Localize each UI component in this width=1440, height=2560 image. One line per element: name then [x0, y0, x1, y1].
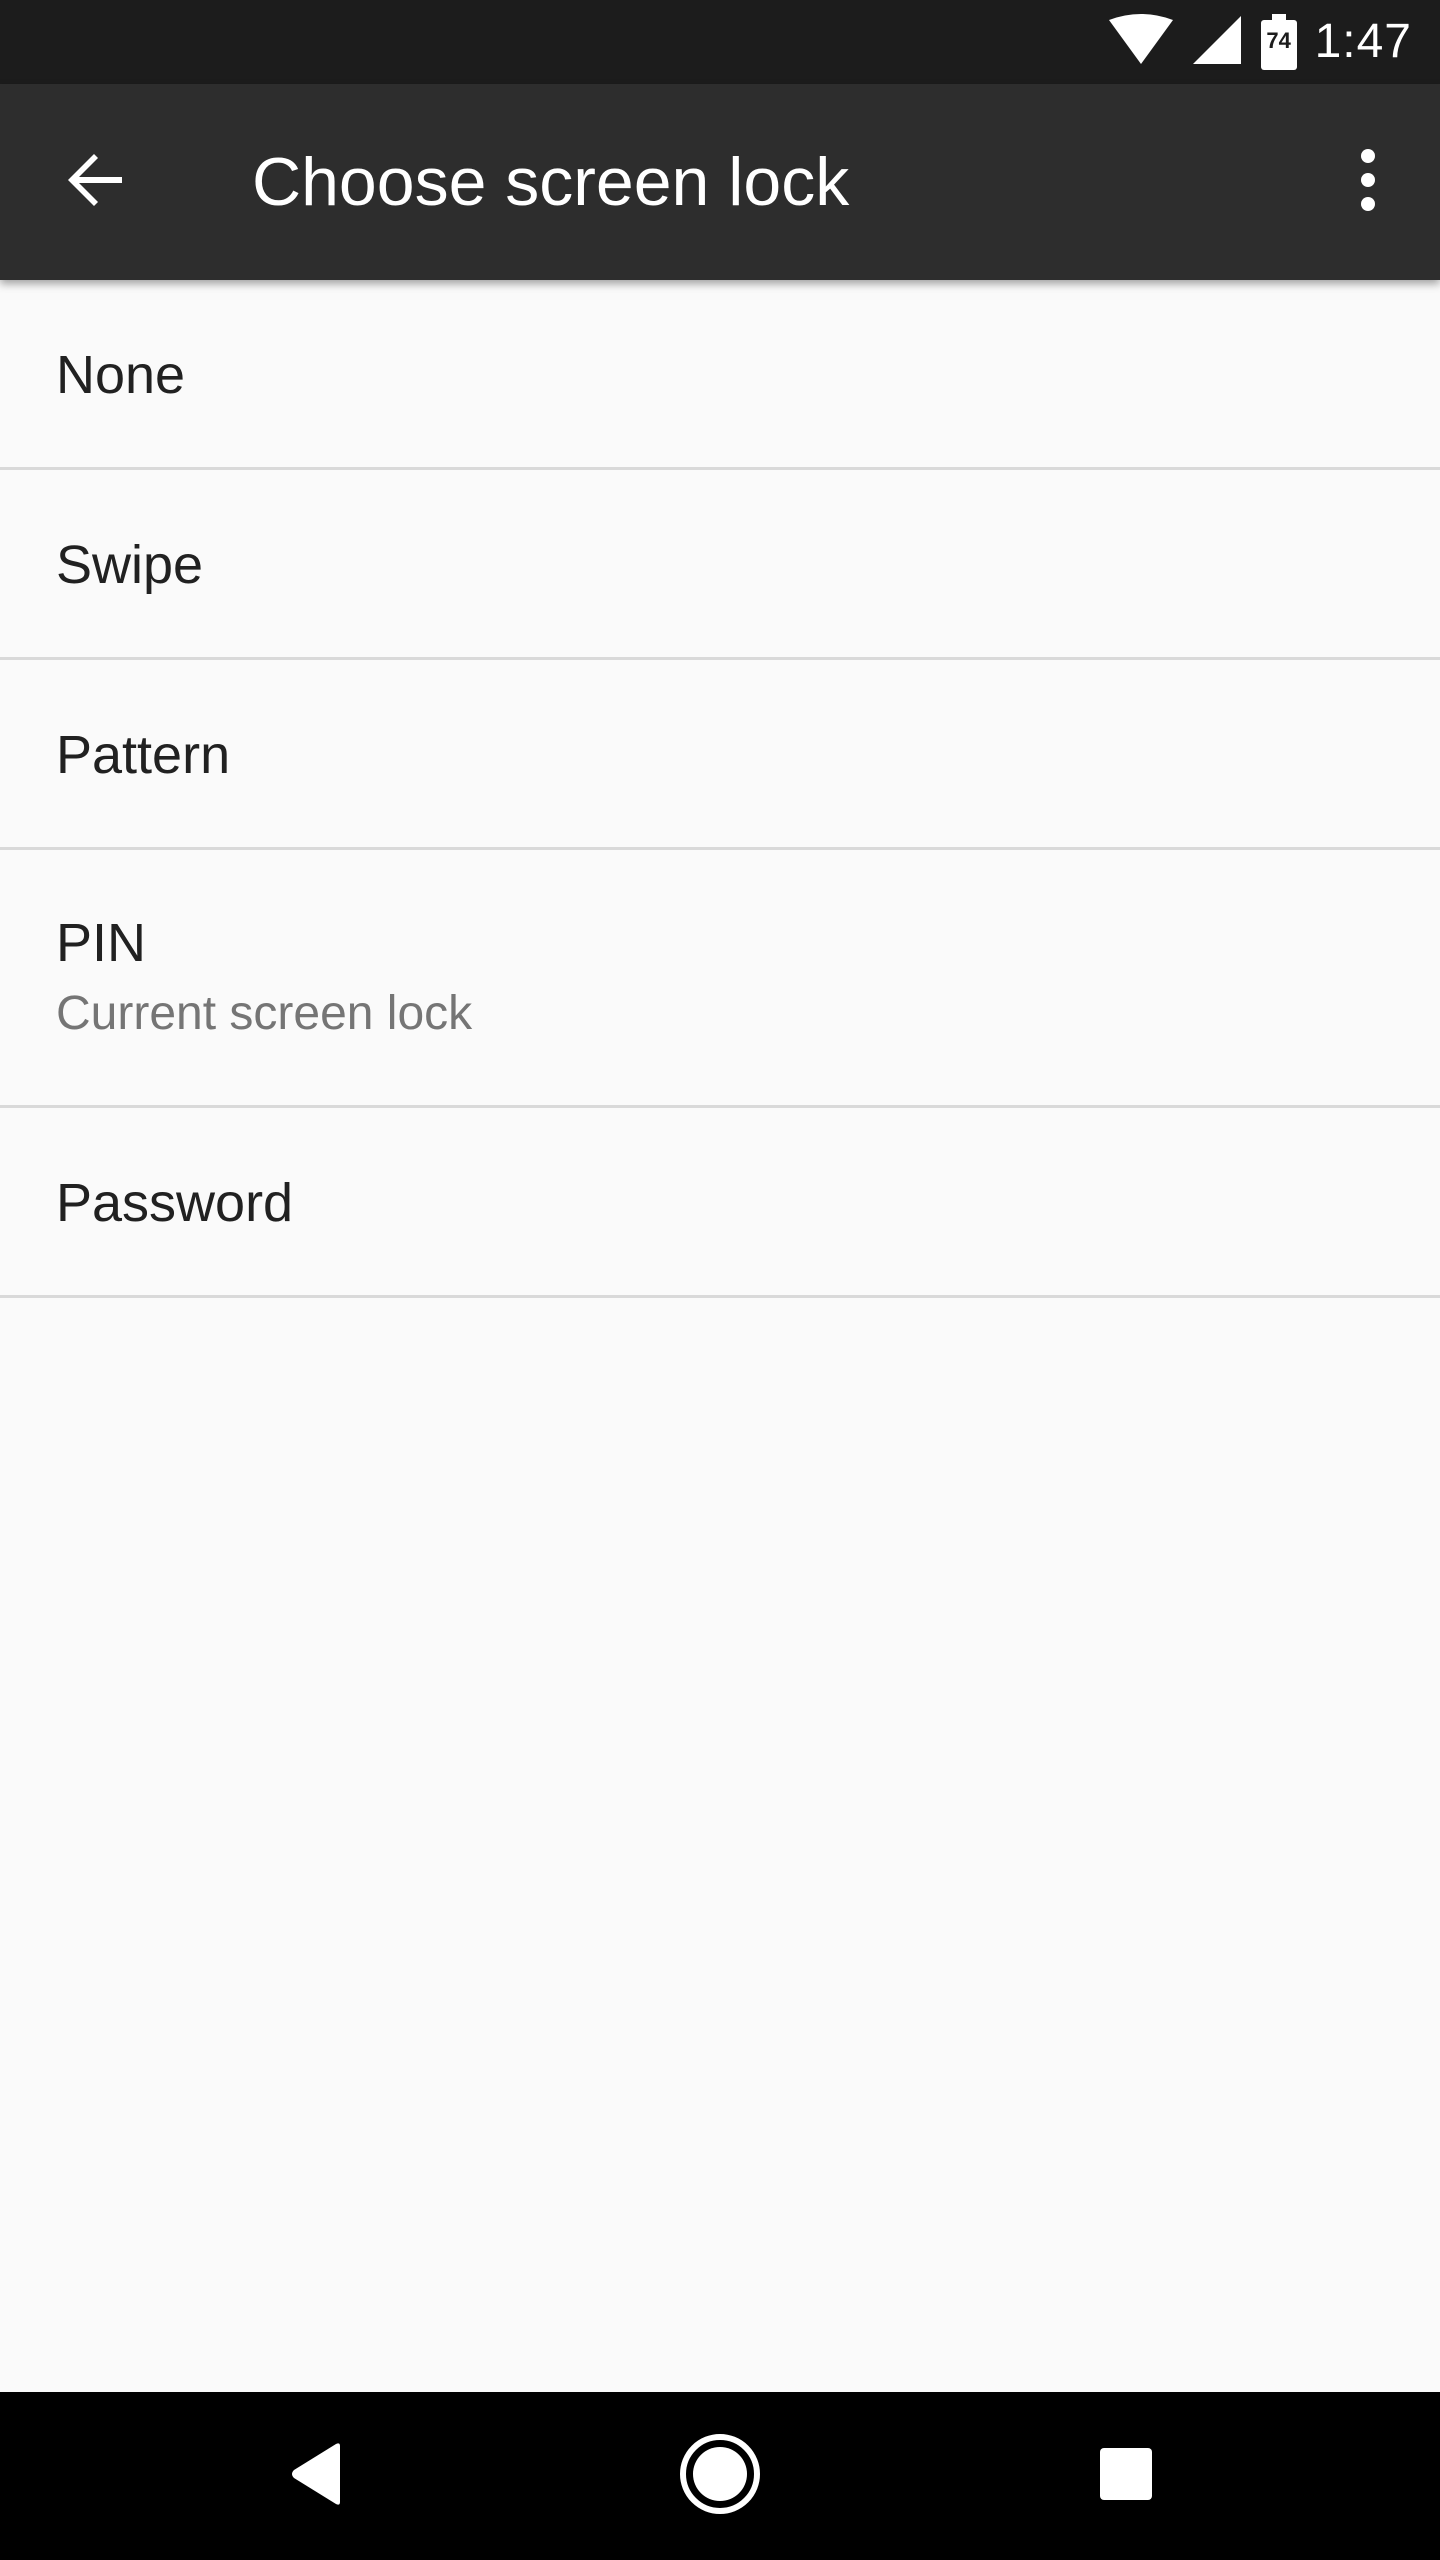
option-summary: Current screen lock: [56, 987, 473, 1040]
option-swipe[interactable]: Swipe: [0, 470, 1440, 660]
option-title: PIN: [56, 913, 147, 973]
page-title: Choose screen lock: [252, 144, 850, 220]
back-button[interactable]: [48, 134, 144, 230]
status-time: 1:47: [1314, 15, 1412, 68]
nav-back-icon: [288, 2442, 344, 2511]
screen: 74 1:47 Choose screen lock None Swipe Pa…: [0, 0, 1440, 2560]
status-icons: 74 1:47: [1091, 0, 1412, 84]
nav-home-icon: [678, 2432, 762, 2521]
battery-icon: 74: [1260, 14, 1297, 70]
nav-back-button[interactable]: [256, 2416, 376, 2536]
nav-recents-icon: [1098, 2446, 1154, 2507]
nav-recents-button[interactable]: [1066, 2416, 1186, 2536]
option-none[interactable]: None: [0, 280, 1440, 470]
option-pin[interactable]: PIN Current screen lock: [0, 850, 1440, 1108]
option-password[interactable]: Password: [0, 1108, 1440, 1298]
screen-lock-options: None Swipe Pattern PIN Current screen lo…: [0, 280, 1440, 1298]
option-title: Password: [56, 1173, 294, 1233]
cell-signal-icon: [1191, 14, 1243, 71]
status-bar: 74 1:47: [0, 0, 1440, 84]
option-title: Pattern: [56, 725, 231, 785]
battery-level: 74: [1266, 28, 1291, 53]
app-bar: Choose screen lock: [0, 84, 1440, 280]
more-vert-icon: [1358, 148, 1378, 217]
option-title: None: [56, 345, 186, 405]
wifi-icon: [1108, 13, 1173, 71]
overflow-menu-button[interactable]: [1320, 134, 1416, 230]
nav-home-button[interactable]: [660, 2416, 780, 2536]
option-pattern[interactable]: Pattern: [0, 660, 1440, 850]
option-title: Swipe: [56, 535, 204, 595]
navigation-bar: [0, 2392, 1440, 2560]
arrow-back-icon: [64, 148, 128, 217]
